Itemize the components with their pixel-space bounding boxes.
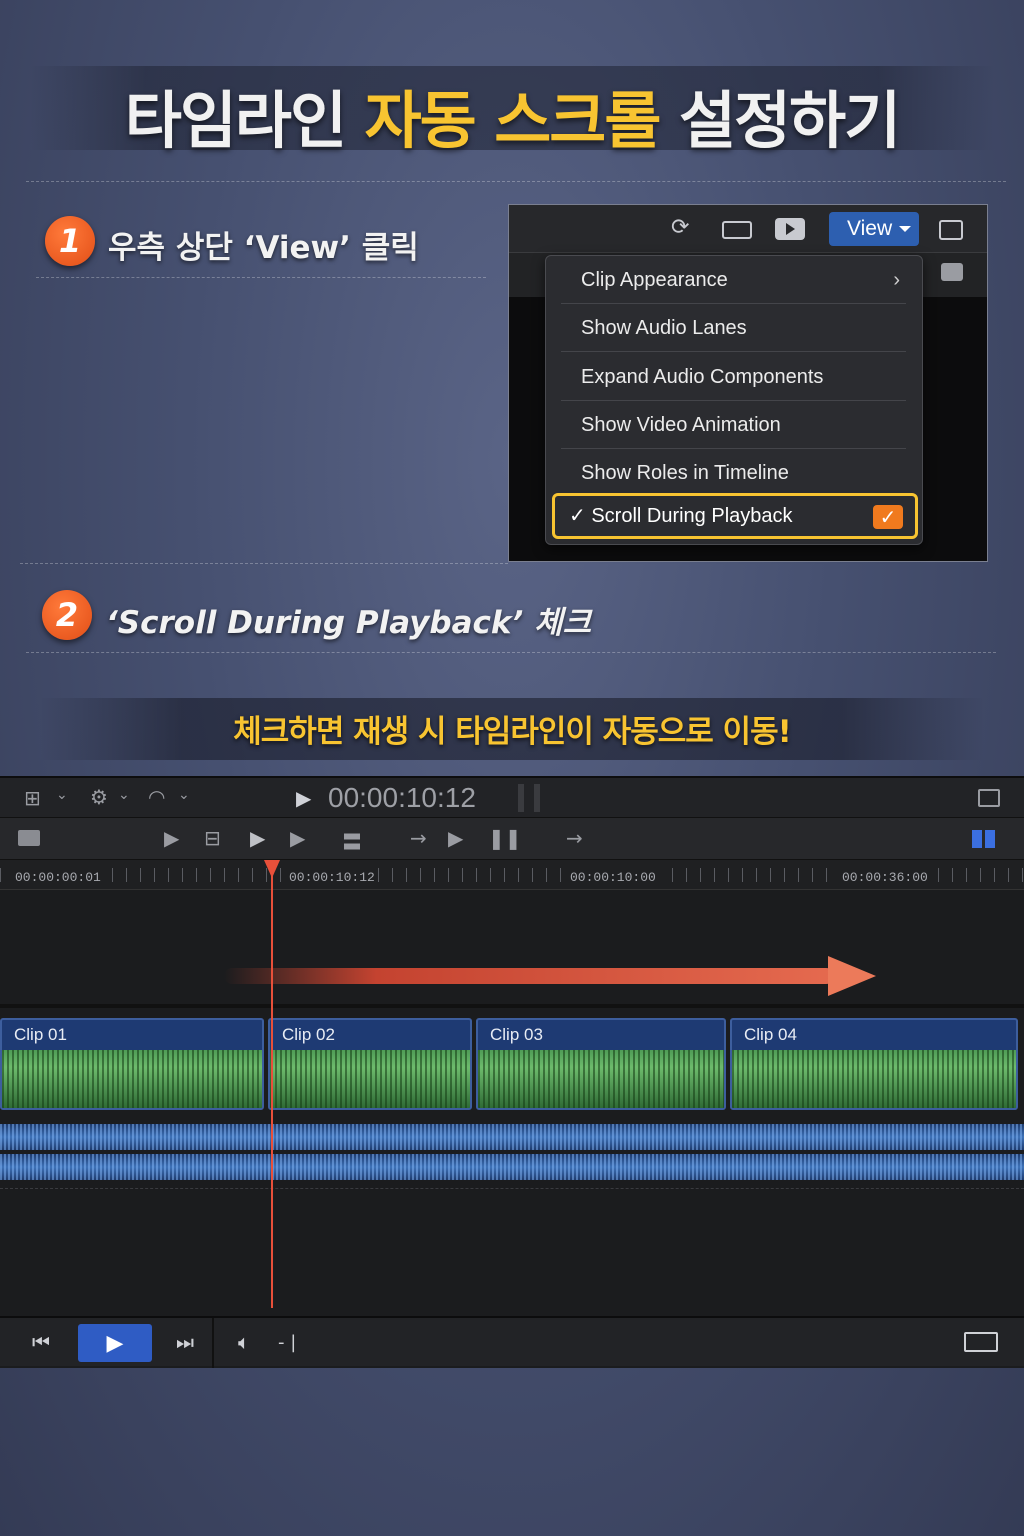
chevron-down-icon[interactable]: ⌄ <box>178 787 190 803</box>
audio-waveform <box>2 1050 262 1108</box>
timeline-header: ⊞ ⌄ ⚙ ⌄ ◠ ⌄ ▶︎ 00:00:10:12 <box>0 778 1024 818</box>
ruler-label: 00:00:10:12 <box>289 870 375 885</box>
sync-icon[interactable]: ⟳ <box>671 215 689 240</box>
divider <box>534 784 540 812</box>
menu-item-label: Show Audio Lanes <box>581 317 747 339</box>
timeline-clip[interactable]: Clip 04 <box>730 1018 1018 1110</box>
audio-lane[interactable] <box>0 1124 1024 1150</box>
view-dropdown-menu: Clip Appearance › Show Audio Lanes Expan… <box>545 255 923 545</box>
playhead[interactable] <box>271 860 273 1308</box>
speed-icon[interactable]: ◠ <box>148 785 165 809</box>
step-2-text: ‘Scroll During Playback’ 체크 <box>106 605 592 641</box>
menu-item-expand-audio-components[interactable]: Expand Audio Components <box>561 353 906 401</box>
menu-item-label: Show Video Animation <box>581 414 781 436</box>
panel-icon[interactable] <box>941 263 963 281</box>
volume-icon[interactable]: 🔈︎ <box>238 1330 250 1354</box>
viewer-icon[interactable] <box>978 789 1000 807</box>
window-icon[interactable] <box>939 220 963 240</box>
menu-item-show-video-animation[interactable]: Show Video Animation <box>561 401 906 449</box>
play-to-icon[interactable]: ▶︎ <box>296 786 311 810</box>
timeline-app: ⊞ ⌄ ⚙ ⌄ ◠ ⌄ ▶︎ 00:00:10:12 ▶ ⊟ ▶ ▶ 〓 → ▶… <box>0 776 1024 1368</box>
grid-icon[interactable]: ⊞ <box>24 786 41 810</box>
audio-waveform <box>732 1050 1016 1108</box>
chevron-down-icon[interactable]: ⌄ <box>56 787 68 803</box>
ruler-label: 00:00:10:00 <box>570 870 656 885</box>
gear-icon[interactable]: ⚙ <box>90 785 108 809</box>
page-title: 타임라인 자동 스크롤 설정하기 <box>0 70 1024 160</box>
ruler-label: 00:00:00:01 <box>15 870 101 885</box>
chevron-down-icon[interactable]: ⌄ <box>118 787 130 803</box>
overwrite-icon[interactable]: ▶ <box>290 826 305 850</box>
view-menu-screenshot: ⟳ View Clip Appearance › Show Audio Lane… <box>508 204 988 562</box>
list-view-icon[interactable] <box>722 221 752 239</box>
divider <box>26 652 996 653</box>
play-icon: ▶ <box>106 1330 124 1356</box>
caption-text: 체크하면 재생 시 타임라인이 자동으로 이동! <box>233 714 791 750</box>
timeline-clip[interactable]: Clip 03 <box>476 1018 726 1110</box>
clip-label: Clip 04 <box>744 1025 797 1044</box>
menu-item-scroll-during-playback[interactable]: ✓ Scroll During Playback ✓ <box>552 493 918 539</box>
clip-label: Clip 03 <box>490 1025 543 1044</box>
video-icon[interactable] <box>775 218 805 240</box>
menu-item-label: Clip Appearance <box>581 269 728 291</box>
play-icon[interactable]: ▶ <box>448 826 463 850</box>
menu-item-show-roles[interactable]: Show Roles in Timeline <box>561 449 906 497</box>
scroll-direction-arrow <box>224 968 834 984</box>
volume-slider[interactable]: - | <box>278 1332 296 1353</box>
audio-lane[interactable] <box>0 1154 1024 1180</box>
title-part-2: 자동 스크롤 <box>364 84 662 157</box>
arrow-right-icon[interactable]: → <box>410 826 427 850</box>
timeline-clip[interactable]: Clip 02 <box>268 1018 472 1110</box>
pause-icon[interactable]: ❚❚ <box>488 826 522 850</box>
view-button-label: View <box>847 217 893 240</box>
insert-icon[interactable]: ⊟ <box>204 826 221 850</box>
divider <box>518 784 524 812</box>
arrow-head <box>828 956 876 996</box>
fullscreen-icon[interactable] <box>964 1332 998 1352</box>
index-icon[interactable] <box>18 830 40 846</box>
view-button[interactable]: View <box>829 212 919 246</box>
timecode-display: 00:00:10:12 <box>328 782 476 813</box>
divider <box>36 277 486 278</box>
timeline-ruler: 00:00:00:01 00:00:10:12 00:00:10:00 00:0… <box>0 860 1024 890</box>
trim-icon[interactable]: 〓 <box>342 826 362 855</box>
playhead-handle[interactable] <box>264 860 280 878</box>
divider <box>20 563 508 564</box>
connect-clip-icon[interactable]: ▶ <box>164 826 179 850</box>
arrow-right-icon[interactable]: → <box>566 826 583 850</box>
step-1-badge: 1 <box>45 216 95 266</box>
skip-back-icon[interactable]: ⏮ <box>32 1330 50 1354</box>
audio-waveform <box>270 1050 470 1108</box>
timeline-clip[interactable]: Clip 01 <box>0 1018 264 1110</box>
checkmark-icon[interactable]: ✓ <box>873 505 903 529</box>
menu-item-label: Expand Audio Components <box>581 366 824 388</box>
ruler-label: 00:00:36:00 <box>842 870 928 885</box>
timeline-toolbar: ▶ ⊟ ▶ ▶ 〓 → ▶ ❚❚ → <box>0 818 1024 860</box>
menu-item-clip-appearance[interactable]: Clip Appearance › <box>561 256 906 304</box>
skip-forward-icon[interactable]: ⏭ <box>176 1330 194 1354</box>
menu-toolbar: ⟳ View <box>509 205 987 253</box>
title-part-3: 설정하기 <box>678 84 901 157</box>
clip-label: Clip 01 <box>14 1025 67 1044</box>
transport-bar: ⏮ ▶ ⏭ 🔈︎ - | <box>0 1316 1024 1368</box>
title-part-1: 타임라인 <box>124 84 347 157</box>
menu-item-show-audio-lanes[interactable]: Show Audio Lanes <box>561 304 906 352</box>
menu-item-label: Show Roles in Timeline <box>581 462 789 484</box>
play-button[interactable]: ▶ <box>78 1324 152 1362</box>
append-icon[interactable]: ▶ <box>250 826 265 850</box>
clip-label: Clip 02 <box>282 1025 335 1044</box>
step-2-badge: 2 <box>42 590 92 640</box>
menu-item-label: ✓ Scroll During Playback <box>569 505 793 527</box>
audio-waveform <box>478 1050 724 1108</box>
step-1-text: 우측 상단 ‘View’ 클릭 <box>108 230 419 266</box>
layout-icon[interactable] <box>972 830 996 848</box>
chevron-right-icon: › <box>893 269 900 291</box>
divider <box>26 181 1006 182</box>
chevron-down-icon <box>899 226 911 232</box>
